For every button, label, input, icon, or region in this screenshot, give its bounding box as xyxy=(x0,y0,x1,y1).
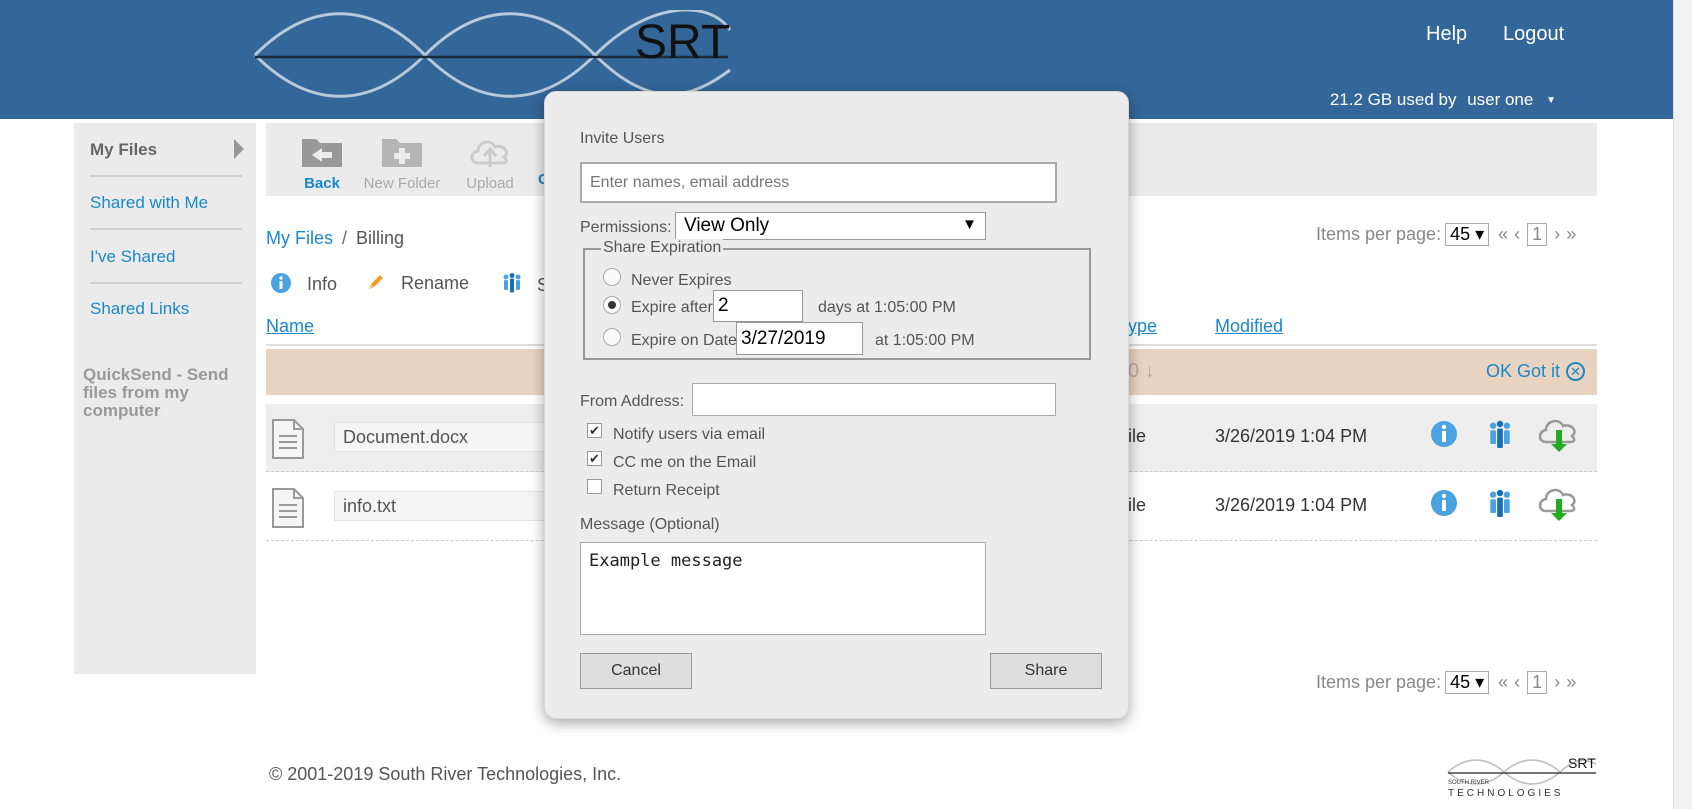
message-label: Message (Optional) xyxy=(580,516,720,533)
never-expires-label: Never Expires xyxy=(631,272,732,289)
vertical-scrollbar[interactable] xyxy=(1673,0,1692,809)
expire-on-date-label: Expire on Date: xyxy=(631,332,742,349)
from-address-input[interactable] xyxy=(692,383,1056,416)
notify-checkbox[interactable]: ✔ xyxy=(587,423,602,438)
expire-on-date-input[interactable] xyxy=(736,322,863,355)
expire-after-days-input[interactable] xyxy=(713,290,803,322)
share-dialog: Invite Users Permissions: View Only ▼ Sh… xyxy=(544,91,1129,719)
message-textarea[interactable]: Example message xyxy=(580,542,986,635)
invite-users-label: Invite Users xyxy=(580,130,665,147)
cancel-button[interactable]: Cancel xyxy=(580,653,692,689)
share-button[interactable]: Share xyxy=(990,653,1102,689)
share-expiration-legend: Share Expiration xyxy=(601,239,724,257)
invite-users-input[interactable] xyxy=(580,162,1057,203)
share-expiration-group: Share Expiration Never Expires Expire af… xyxy=(583,239,1091,360)
expire-after-label: Expire after: xyxy=(631,299,718,316)
return-receipt-label: Return Receipt xyxy=(613,482,720,499)
permissions-value: View Only xyxy=(684,215,770,236)
permissions-select[interactable]: View Only ▼ xyxy=(675,212,986,240)
from-address-label: From Address: xyxy=(580,393,685,410)
never-expires-radio[interactable] xyxy=(603,268,621,286)
permissions-label: Permissions: xyxy=(580,219,672,236)
notify-label: Notify users via email xyxy=(613,426,766,443)
modal-overlay: Invite Users Permissions: View Only ▼ Sh… xyxy=(0,0,1673,809)
dropdown-arrow-icon: ▼ xyxy=(962,216,977,233)
cc-label: CC me on the Email xyxy=(613,454,757,471)
at-time-label: at 1:05:00 PM xyxy=(875,332,975,349)
cc-checkbox[interactable]: ✔ xyxy=(587,451,602,466)
days-at-label: days at 1:05:00 PM xyxy=(818,299,956,316)
return-receipt-checkbox[interactable] xyxy=(587,479,602,494)
expire-after-radio[interactable] xyxy=(603,296,621,314)
expire-on-date-radio[interactable] xyxy=(603,328,621,346)
